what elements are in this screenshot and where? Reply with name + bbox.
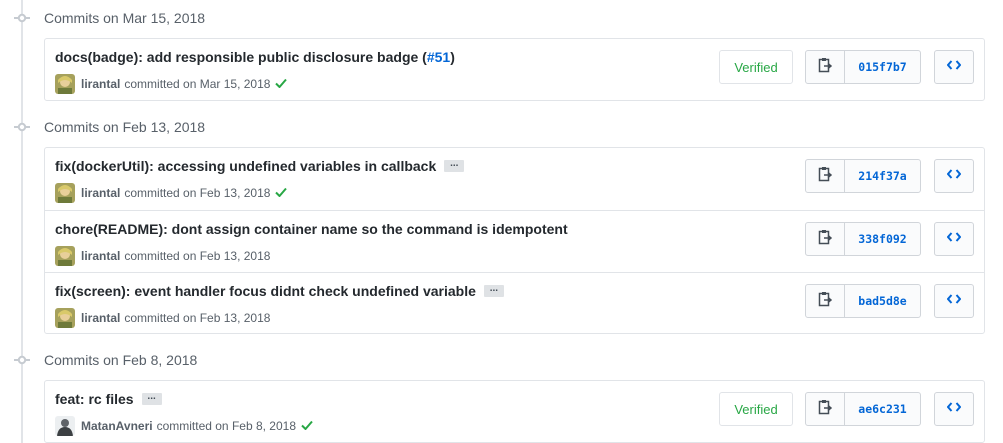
committed-date: committed on Feb 13, 2018 bbox=[124, 186, 271, 200]
git-commit-icon bbox=[14, 12, 30, 24]
avatar[interactable] bbox=[55, 308, 75, 328]
code-icon bbox=[946, 400, 962, 418]
verified-badge[interactable]: Verified bbox=[719, 50, 793, 84]
check-icon[interactable] bbox=[301, 419, 313, 433]
commit-group-date: Commits on Feb 8, 2018 bbox=[44, 352, 198, 368]
verified-badge[interactable]: Verified bbox=[719, 392, 793, 426]
code-icon bbox=[946, 292, 962, 310]
commit-meta: lirantal committed on Feb 13, 2018 bbox=[55, 308, 270, 328]
copy-sha-button[interactable] bbox=[806, 285, 845, 317]
commit-group-date: Commits on Feb 13, 2018 bbox=[44, 119, 206, 135]
ellipsis-icon[interactable]: ... bbox=[483, 284, 504, 297]
committed-date: committed on Feb 8, 2018 bbox=[156, 419, 296, 433]
commit-message-end: ) bbox=[450, 49, 455, 65]
commit-row: fix(dockerUtil): accessing undefined var… bbox=[45, 148, 984, 210]
author-link[interactable]: lirantal bbox=[81, 311, 120, 325]
clippy-icon bbox=[818, 291, 833, 312]
commit-meta: MatanAvneri committed on Feb 8, 2018 bbox=[55, 416, 313, 436]
timeline-line bbox=[21, 0, 23, 443]
sha-button-group: 214f37a bbox=[805, 159, 921, 193]
commit-list: docs(badge): add responsible public disc… bbox=[44, 38, 985, 101]
issue-link[interactable]: #51 bbox=[427, 49, 450, 65]
committed-date: committed on Feb 13, 2018 bbox=[124, 311, 271, 325]
clippy-icon bbox=[818, 399, 833, 420]
commit-row: docs(badge): add responsible public disc… bbox=[45, 39, 984, 101]
browse-files-button[interactable] bbox=[934, 222, 974, 256]
ellipsis-icon[interactable]: ... bbox=[141, 392, 162, 405]
committed-date: committed on Feb 13, 2018 bbox=[124, 249, 271, 263]
sha-button-group: 015f7b7 bbox=[805, 50, 921, 84]
author-link[interactable]: lirantal bbox=[81, 249, 120, 263]
commit-meta: lirantal committed on Feb 13, 2018 bbox=[55, 246, 270, 266]
code-icon bbox=[946, 167, 962, 185]
commit-sha-link[interactable]: 338f092 bbox=[845, 223, 920, 255]
sha-button-group: bad5d8e bbox=[805, 284, 921, 318]
commit-meta: lirantal committed on Mar 15, 2018 bbox=[55, 74, 288, 94]
code-icon bbox=[946, 230, 962, 248]
sha-button-group: 338f092 bbox=[805, 222, 921, 256]
avatar[interactable] bbox=[55, 183, 75, 203]
clippy-icon bbox=[818, 229, 833, 250]
sha-button-group: ae6c231 bbox=[805, 392, 921, 426]
avatar[interactable] bbox=[55, 416, 75, 436]
avatar[interactable] bbox=[55, 74, 75, 94]
browse-files-button[interactable] bbox=[934, 284, 974, 318]
commit-message[interactable]: feat: rc files ... bbox=[55, 391, 162, 407]
commit-message-text[interactable]: feat: rc files bbox=[55, 391, 134, 407]
commit-sha-link[interactable]: bad5d8e bbox=[845, 285, 920, 317]
commit-row: chore(README): dont assign container nam… bbox=[45, 210, 984, 272]
commit-row: fix(screen): event handler focus didnt c… bbox=[45, 272, 984, 334]
commit-message[interactable]: docs(badge): add responsible public disc… bbox=[55, 49, 455, 65]
commit-sha-link[interactable]: 214f37a bbox=[845, 160, 920, 192]
commit-group-date: Commits on Mar 15, 2018 bbox=[44, 10, 206, 26]
avatar[interactable] bbox=[55, 246, 75, 266]
commit-sha-link[interactable]: 015f7b7 bbox=[845, 51, 920, 83]
browse-files-button[interactable] bbox=[934, 159, 974, 193]
ellipsis-icon[interactable]: ... bbox=[444, 159, 465, 172]
code-icon bbox=[946, 58, 962, 76]
commit-list: feat: rc files ... MatanAvneri committed… bbox=[44, 380, 985, 443]
commit-message[interactable]: fix(screen): event handler focus didnt c… bbox=[55, 283, 504, 299]
git-commit-icon bbox=[14, 354, 30, 366]
commit-meta: lirantal committed on Feb 13, 2018 bbox=[55, 183, 288, 203]
clippy-icon bbox=[818, 166, 833, 187]
check-icon[interactable] bbox=[275, 186, 288, 200]
commit-sha-link[interactable]: ae6c231 bbox=[845, 393, 920, 425]
commit-message-text[interactable]: fix(screen): event handler focus didnt c… bbox=[55, 283, 476, 299]
copy-sha-button[interactable] bbox=[806, 51, 845, 83]
browse-files-button[interactable] bbox=[934, 50, 974, 84]
commit-row: feat: rc files ... MatanAvneri committed… bbox=[45, 381, 984, 443]
copy-sha-button[interactable] bbox=[806, 160, 845, 192]
commit-list: fix(dockerUtil): accessing undefined var… bbox=[44, 147, 985, 334]
check-icon[interactable] bbox=[275, 77, 288, 91]
commit-message[interactable]: chore(README): dont assign container nam… bbox=[55, 221, 568, 237]
committed-date: committed on Mar 15, 2018 bbox=[124, 77, 271, 91]
author-link[interactable]: MatanAvneri bbox=[81, 419, 153, 433]
author-link[interactable]: lirantal bbox=[81, 186, 120, 200]
git-commit-icon bbox=[14, 121, 30, 133]
commit-message-text[interactable]: fix(dockerUtil): accessing undefined var… bbox=[55, 158, 436, 174]
author-link[interactable]: lirantal bbox=[81, 77, 120, 91]
browse-files-button[interactable] bbox=[934, 392, 974, 426]
copy-sha-button[interactable] bbox=[806, 393, 845, 425]
commit-message-text[interactable]: docs(badge): add responsible public disc… bbox=[55, 49, 427, 65]
copy-sha-button[interactable] bbox=[806, 223, 845, 255]
commit-message[interactable]: fix(dockerUtil): accessing undefined var… bbox=[55, 158, 465, 174]
commit-message-text[interactable]: chore(README): dont assign container nam… bbox=[55, 221, 568, 237]
clippy-icon bbox=[818, 57, 833, 78]
